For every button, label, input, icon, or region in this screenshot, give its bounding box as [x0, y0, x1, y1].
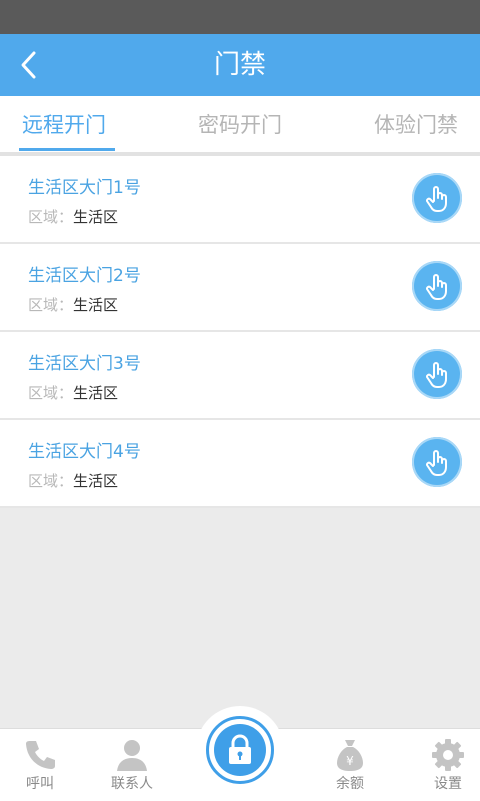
open-door-button[interactable] [412, 173, 462, 223]
tab-password-open[interactable]: 密码开门 [198, 96, 282, 152]
nav-balance[interactable]: ¥ 余额 [310, 729, 390, 801]
contact-icon [117, 740, 147, 771]
page-title: 门禁 [213, 50, 266, 80]
tap-finger-icon [426, 274, 447, 300]
door-area: 区域：生活区 [28, 470, 118, 491]
area-label: 区域： [28, 472, 74, 490]
tab-bar: 远程开门 密码开门 体验门禁 [0, 96, 480, 156]
door-area: 区域：生活区 [28, 382, 118, 403]
money-bag-icon: ¥ [337, 740, 363, 771]
door-name: 生活区大门4号 [28, 442, 141, 462]
nav-label: 呼叫 [26, 776, 54, 792]
nav-settings[interactable]: 设置 [408, 729, 480, 801]
tap-finger-icon [426, 362, 447, 388]
door-name: 生活区大门2号 [28, 266, 141, 286]
center-button-core [214, 724, 266, 776]
open-door-button[interactable] [412, 349, 462, 399]
lock-icon [229, 734, 251, 764]
nav-contacts[interactable]: 联系人 [92, 729, 172, 801]
phone-icon [26, 741, 55, 769]
list-item: 生活区大门3号 区域：生活区 [0, 332, 480, 420]
nav-label: 余额 [336, 776, 364, 792]
unlock-center-button[interactable] [206, 716, 274, 784]
open-door-button[interactable] [412, 437, 462, 487]
area-value: 生活区 [73, 472, 119, 490]
area-value: 生活区 [73, 384, 119, 402]
list-item: 生活区大门1号 区域：生活区 [0, 156, 480, 244]
area-value: 生活区 [73, 208, 119, 226]
gear-icon [432, 739, 464, 771]
tap-finger-icon [426, 450, 447, 476]
area-label: 区域： [28, 296, 74, 314]
area-label: 区域： [28, 208, 74, 226]
area-label: 区域： [28, 384, 74, 402]
app-bar: 门禁 [0, 34, 480, 96]
list-item: 生活区大门2号 区域：生活区 [0, 244, 480, 332]
tab-remote-open[interactable]: 远程开门 [22, 96, 106, 152]
tap-finger-icon [426, 186, 447, 212]
area-value: 生活区 [73, 296, 119, 314]
status-bar [0, 0, 480, 34]
nav-label: 设置 [434, 776, 462, 792]
open-door-button[interactable] [412, 261, 462, 311]
door-name: 生活区大门3号 [28, 354, 141, 374]
nav-call[interactable]: 呼叫 [0, 729, 80, 801]
list-item: 生活区大门4号 区域：生活区 [0, 420, 480, 508]
door-area: 区域：生活区 [28, 206, 118, 227]
door-name: 生活区大门1号 [28, 178, 141, 198]
door-area: 区域：生活区 [28, 294, 118, 315]
tab-demo-access[interactable]: 体验门禁 [374, 96, 458, 152]
door-list: 生活区大门1号 区域：生活区 生活区大门2号 区域：生活区 生活区大门3号 区域… [0, 156, 480, 508]
nav-label: 联系人 [111, 776, 153, 792]
svg-text:¥: ¥ [346, 754, 354, 768]
active-tab-indicator [19, 148, 115, 151]
